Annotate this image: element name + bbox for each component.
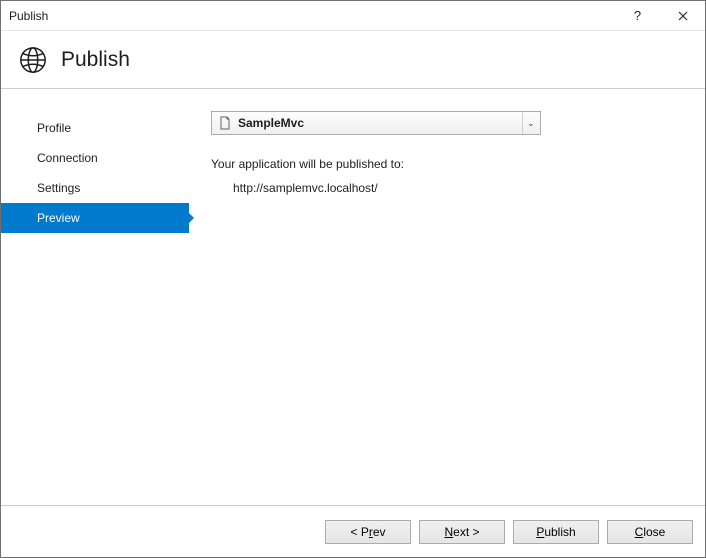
publish-url: http://samplemvc.localhost/ [211, 181, 683, 195]
publish-dialog: Publish ? Publish Profile Connection Set… [0, 0, 706, 558]
close-button[interactable]: Close [607, 520, 693, 544]
dialog-footer: < Prev Next > Publish Close [1, 505, 705, 557]
sidebar-item-settings[interactable]: Settings [1, 173, 179, 203]
titlebar: Publish ? [1, 1, 705, 31]
next-button[interactable]: Next > [419, 520, 505, 544]
prev-label: Prev [361, 525, 386, 539]
dialog-title: Publish [61, 48, 130, 72]
dialog-header: Publish [1, 31, 705, 89]
profile-dropdown-value: SampleMvc [238, 116, 516, 130]
publish-button[interactable]: Publish [513, 520, 599, 544]
publish-label: Publish [536, 525, 575, 539]
globe-icon [17, 44, 49, 76]
window-title: Publish [9, 9, 615, 23]
sidebar-item-profile[interactable]: Profile [1, 113, 179, 143]
close-icon [678, 11, 688, 21]
publish-message: Your application will be published to: [211, 157, 683, 171]
wizard-sidebar: Profile Connection Settings Preview [1, 111, 179, 505]
sidebar-item-connection[interactable]: Connection [1, 143, 179, 173]
next-label: Next [444, 525, 469, 539]
close-window-button[interactable] [660, 1, 705, 30]
prev-button[interactable]: < Prev [325, 520, 411, 544]
help-button[interactable]: ? [615, 1, 660, 30]
document-icon [218, 116, 232, 130]
profile-dropdown[interactable]: SampleMvc ⌄ [211, 111, 541, 135]
content-panel: SampleMvc ⌄ Your application will be pub… [179, 111, 683, 505]
chevron-down-icon: ⌄ [522, 112, 536, 134]
close-label: Close [635, 525, 666, 539]
sidebar-item-preview[interactable]: Preview [1, 203, 189, 233]
dialog-body: Profile Connection Settings Preview Samp… [1, 89, 705, 505]
